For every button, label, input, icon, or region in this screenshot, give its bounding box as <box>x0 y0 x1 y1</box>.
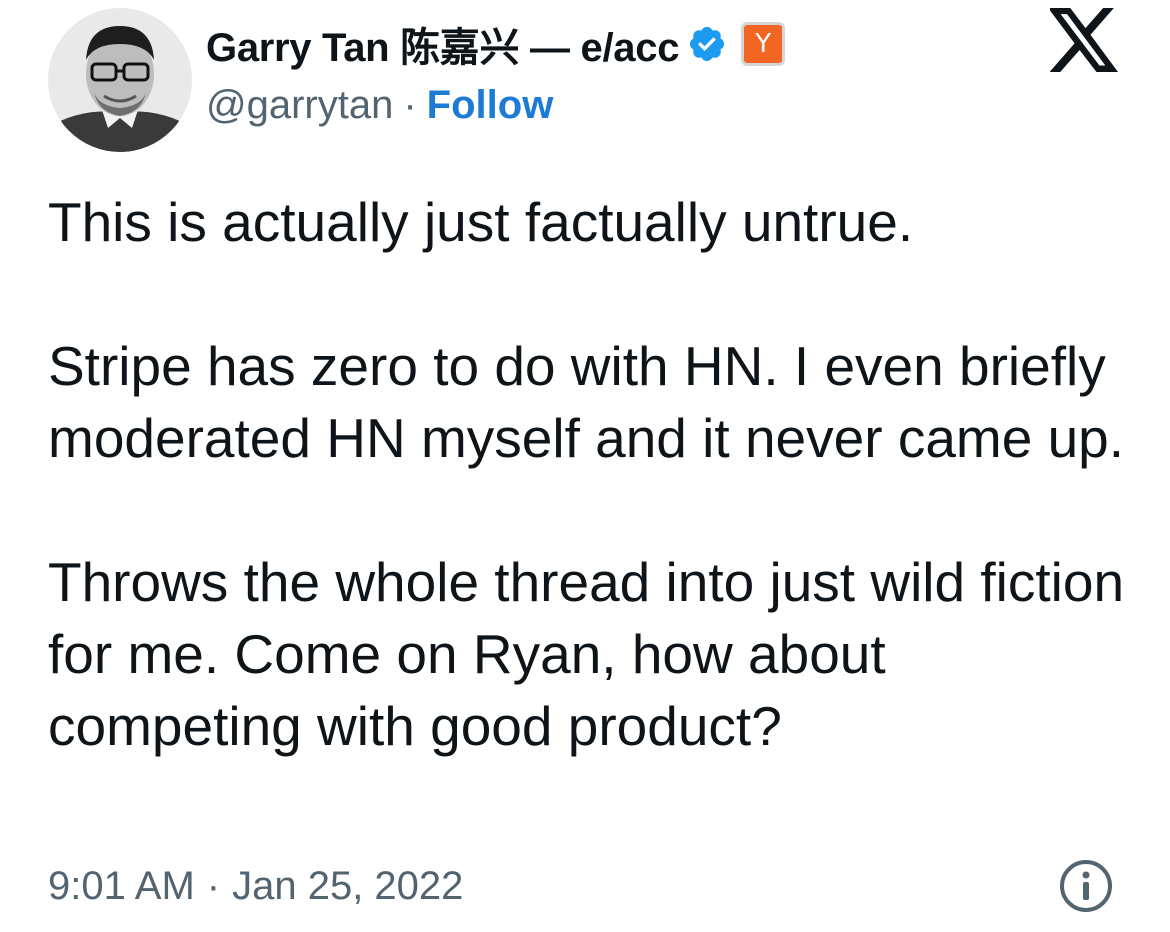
tweet-date: Jan 25, 2022 <box>232 863 464 908</box>
timestamp-separator: · <box>206 863 221 908</box>
tweet-text: This is actually just factually untrue. … <box>48 186 1138 762</box>
avatar-image <box>48 8 192 152</box>
tweet-time: 9:01 AM <box>48 863 195 908</box>
author-handle[interactable]: @garrytan <box>206 83 393 128</box>
tweet-paragraph: Stripe has zero to do with HN. I even br… <box>48 335 1125 469</box>
author-name-row: Garry Tan 陈嘉兴 — e/acc Y <box>206 15 786 73</box>
handle-separator: · <box>403 82 417 127</box>
x-logo-icon[interactable] <box>1048 8 1120 72</box>
avatar[interactable] <box>48 8 192 152</box>
verified-badge-icon <box>687 24 727 64</box>
author-handle-row: @garrytan · Follow <box>206 80 553 130</box>
info-icon[interactable] <box>1058 858 1114 914</box>
author-display-name[interactable]: Garry Tan 陈嘉兴 — e/acc <box>206 15 679 73</box>
tweet-paragraph: Throws the whole thread into just wild f… <box>48 551 1125 757</box>
tweet-paragraph: This is actually just factually untrue. <box>48 191 914 253</box>
affiliate-badge[interactable]: Y <box>741 22 786 66</box>
follow-button[interactable]: Follow <box>427 83 554 128</box>
tweet-timestamp[interactable]: 9:01 AM · Jan 25, 2022 <box>48 860 463 912</box>
